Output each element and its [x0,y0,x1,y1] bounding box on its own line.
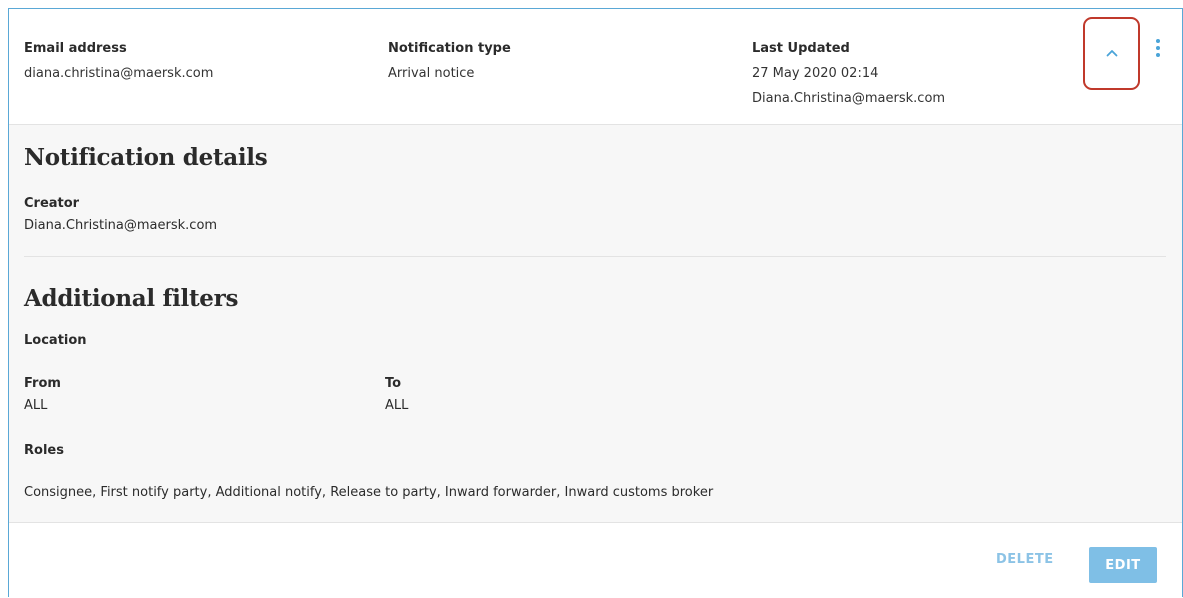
notification-details-panel: Notification details Creator Diana.Chris… [9,125,1182,523]
email-label: Email address [24,41,127,56]
notification-type-value: Arrival notice [388,66,475,81]
from-field: From ALL [24,373,61,417]
roles-value: Consignee, First notify party, Additiona… [24,485,714,500]
chevron-up-icon [1106,50,1118,57]
notification-type-column: Notification type Arrival notice [388,36,511,86]
last-updated-label: Last Updated [752,41,850,56]
creator-value: Diana.Christina@maersk.com [24,218,218,233]
email-value: diana.christina@maersk.com [24,66,214,81]
to-label: To [385,376,402,391]
more-options-button[interactable] [1152,37,1164,61]
additional-filters-title: Additional filters [24,285,239,312]
location-label: Location [24,333,87,348]
creator-field: Creator Diana.Christina@maersk.com [24,193,217,237]
from-value: ALL [24,398,48,413]
more-vertical-icon [1152,39,1164,57]
notification-details-title: Notification details [24,144,268,171]
to-field: To ALL [385,373,408,417]
collapse-button[interactable] [1083,17,1140,90]
notification-card: Email address diana.christina@maersk.com… [8,8,1183,597]
last-updated-by: Diana.Christina@maersk.com [752,91,946,106]
from-label: From [24,376,61,391]
card-actions: DELETE EDIT [9,523,1182,598]
last-updated-date: 27 May 2020 02:14 [752,66,879,81]
edit-button[interactable]: EDIT [1089,547,1157,583]
last-updated-column: Last Updated 27 May 2020 02:14 Diana.Chr… [752,36,945,111]
notification-type-label: Notification type [388,41,511,56]
to-value: ALL [385,398,409,413]
roles-label: Roles [24,443,64,458]
section-divider [24,256,1166,257]
delete-button[interactable]: DELETE [996,552,1054,567]
creator-label: Creator [24,196,80,211]
notification-summary: Email address diana.christina@maersk.com… [9,9,1182,125]
email-column: Email address diana.christina@maersk.com [24,36,213,86]
